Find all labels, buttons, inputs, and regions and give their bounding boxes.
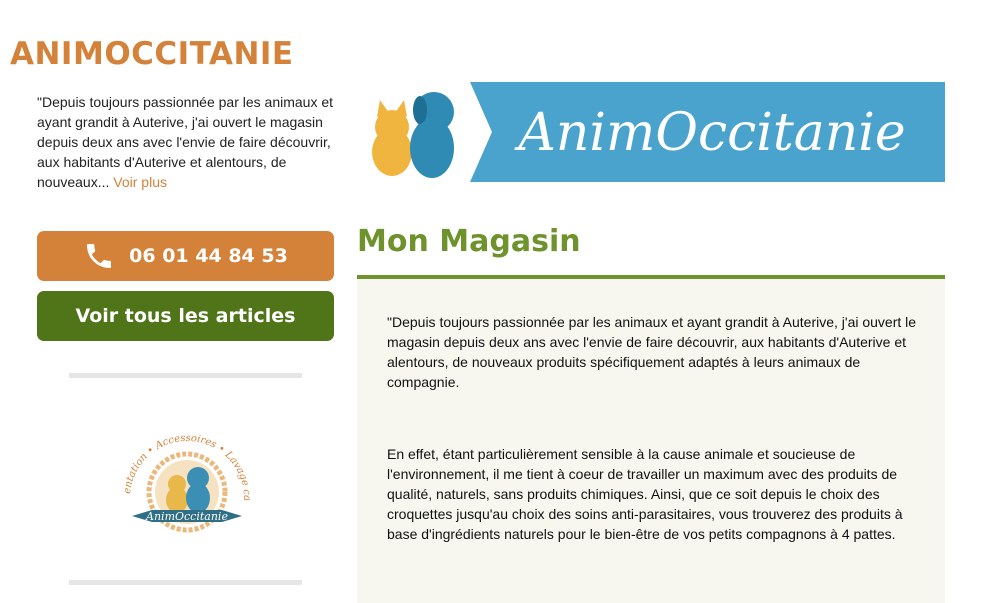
divider	[69, 373, 302, 378]
cat-icon	[372, 100, 412, 176]
store-description: "Depuis toujours passionnée par les anim…	[357, 279, 945, 603]
brand-title: ANIMOCCITANIE	[10, 36, 294, 72]
section-title: Mon Magasin	[357, 224, 581, 259]
intro-excerpt: "Depuis toujours passionnée par les anim…	[37, 92, 334, 192]
divider	[69, 580, 302, 585]
all-articles-button[interactable]: Voir tous les articles	[37, 291, 334, 341]
phone-number: 06 01 44 84 53	[129, 245, 288, 267]
animoccitanie-banner: AnimOccitanie	[372, 82, 945, 182]
paragraph: "Depuis toujours passionnée par les anim…	[387, 314, 917, 390]
banner-logo-text: AnimOccitanie	[514, 103, 905, 163]
dog-icon	[410, 92, 454, 178]
badge-ribbon-text: AnimOccitanie	[145, 510, 228, 523]
animoccitanie-badge-logo: Alimentation • Accessoires • Lavage cani…	[112, 420, 252, 533]
read-more-link[interactable]: Voir plus	[113, 174, 167, 190]
phone-button[interactable]: 06 01 44 84 53	[37, 231, 334, 281]
phone-icon	[87, 244, 112, 268]
paragraph: En effet, étant particulièrement sensibl…	[387, 446, 903, 542]
intro-text: "Depuis toujours passionnée par les anim…	[37, 94, 334, 190]
